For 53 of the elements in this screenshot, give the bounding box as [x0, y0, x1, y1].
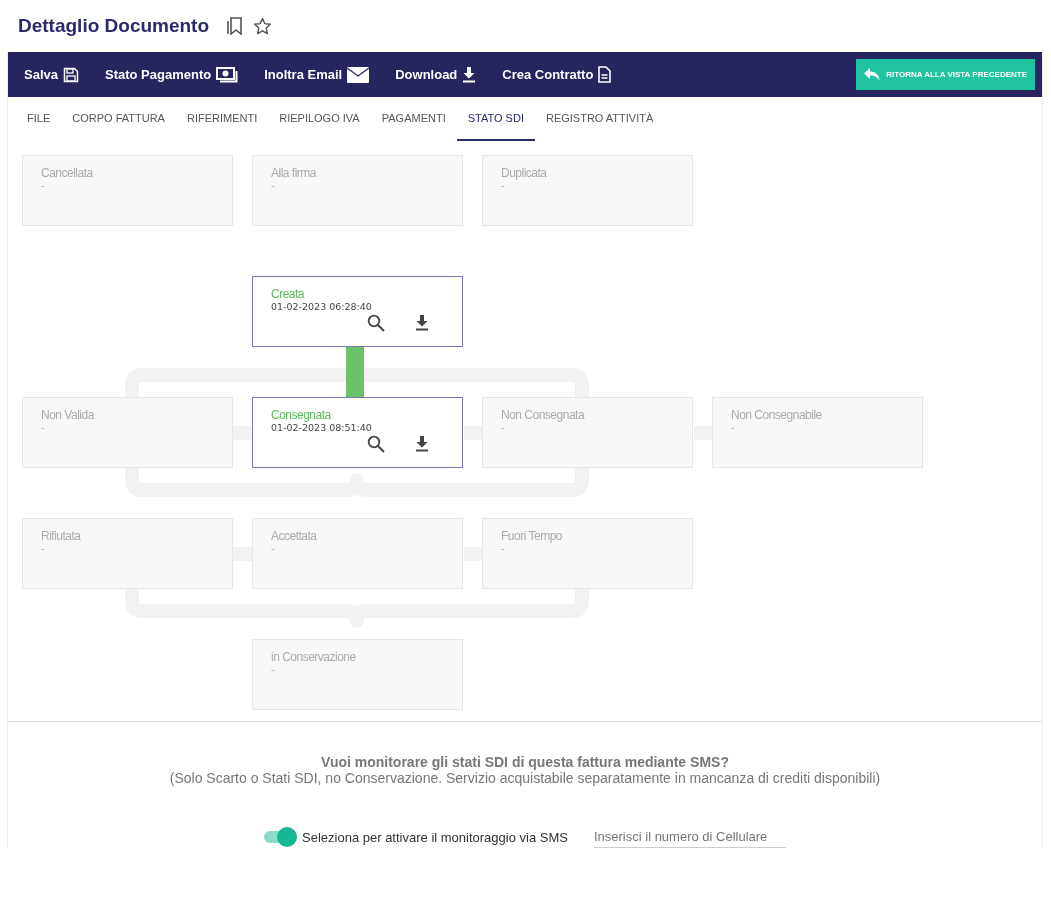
- tab[interactable]: CORPO FATTURA: [61, 97, 176, 141]
- status-title: in Conservazione: [271, 650, 357, 664]
- status-date: -: [501, 543, 506, 554]
- status-date: -: [271, 180, 276, 191]
- tab[interactable]: RIFERIMENTI: [175, 97, 269, 141]
- tab[interactable]: PAGAMENTI: [370, 97, 457, 141]
- toolbar-button[interactable]: Crea Contratto: [496, 66, 618, 83]
- status-title: Rifiutata: [41, 529, 82, 543]
- save-icon: [63, 66, 79, 83]
- status-date: -: [271, 664, 276, 675]
- status-title: Accettata: [271, 529, 318, 543]
- toolbar-button[interactable]: Inoltra Email: [258, 66, 376, 83]
- download-icon[interactable]: [415, 436, 429, 452]
- status-date: -: [41, 422, 46, 433]
- tab[interactable]: FILE: [16, 97, 62, 141]
- cash-icon: [216, 66, 239, 83]
- active-connector: [346, 347, 364, 397]
- status-date: -: [271, 543, 276, 554]
- download-icon[interactable]: [415, 315, 429, 331]
- tab[interactable]: RIEPILOGO IVA: [268, 97, 371, 141]
- tab[interactable]: REGISTRO ATTIVITÀ: [534, 97, 665, 141]
- status-date: -: [41, 180, 46, 191]
- status-title: Alla firma: [271, 166, 318, 180]
- status-title: Creata: [271, 287, 306, 301]
- status-title: Cancellata: [41, 166, 94, 180]
- search-icon[interactable]: [367, 435, 385, 453]
- search-icon[interactable]: [367, 314, 385, 332]
- status-date: -: [501, 180, 506, 191]
- bookmark-icon[interactable]: [227, 17, 244, 35]
- tab[interactable]: STATO SDI: [456, 97, 535, 141]
- status-title: Non Consegnabile: [731, 408, 823, 422]
- status-title: Non Consegnata: [501, 408, 586, 422]
- status-date: 01-02-2023 06:28:40: [271, 301, 373, 312]
- reply-arrow-icon: [864, 68, 881, 81]
- star-icon[interactable]: [253, 17, 273, 35]
- download-icon: [462, 66, 477, 83]
- document-icon: [598, 66, 612, 83]
- status-title: Duplicata: [501, 166, 548, 180]
- status-title: Consegnata: [271, 408, 332, 422]
- toolbar-button[interactable]: Download: [389, 66, 483, 83]
- toggle-label: Seleziona per attivare il monitoraggio via SMS: [302, 829, 568, 845]
- toolbar-button[interactable]: Stato Pagamento: [99, 66, 245, 83]
- sms-note: (Solo Scarto o Stati SDI, no Conservazione. Servizio acquistabile separatamente in mancanza di crediti disponibili): [168, 770, 882, 786]
- status-date: -: [731, 422, 736, 433]
- status-date: -: [501, 422, 506, 433]
- sms-question: Vuoi monitorare gli stati SDI di questa fattura mediante SMS?: [320, 754, 730, 770]
- status-date: 01-02-2023 08:51:40: [271, 422, 373, 433]
- page-title: Dettaglio Documento: [18, 15, 210, 37]
- envelope-icon: [347, 66, 370, 83]
- toolbar-button[interactable]: Salva: [18, 66, 85, 83]
- status-title: Fuori Tempo: [501, 529, 563, 543]
- status-date: -: [41, 543, 46, 554]
- status-title: Non Valida: [41, 408, 96, 422]
